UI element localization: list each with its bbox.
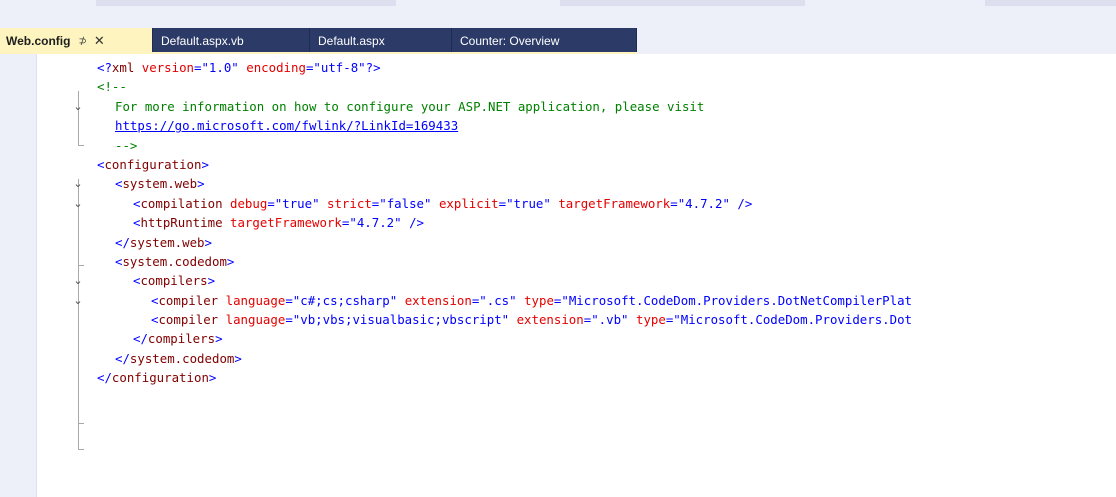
code-line: --> xyxy=(0,136,1116,155)
configuration-open-tag: <configuration> xyxy=(97,156,209,172)
code-line: For more information on how to configure… xyxy=(0,97,1116,116)
code-line: <?xml version="1.0" encoding="utf-8"?> xyxy=(0,58,1116,77)
tab-label: Default.aspx.vb xyxy=(161,34,244,48)
compilers-close-tag: </compilers> xyxy=(133,331,223,347)
outline-guide-end xyxy=(78,423,84,424)
top-strip-segment xyxy=(96,0,396,6)
http-runtime-tag: <httpRuntime targetFramework="4.7.2" /> xyxy=(133,215,424,231)
code-line: https://go.microsoft.com/fwlink/?LinkId=… xyxy=(0,116,1116,135)
code-line: <compilation debug="true" strict="false"… xyxy=(0,194,1116,213)
editor-window: Web.config ⊅ ✕ Default.aspx.vb Default.a… xyxy=(0,0,1116,497)
configuration-close-tag: </configuration> xyxy=(97,370,217,386)
code-line: ⌄ <system.codedom> xyxy=(0,252,1116,287)
comment-open: <!-- xyxy=(97,79,127,95)
code-text: <?xml version="1.0" encoding="utf-8"?> ⌄… xyxy=(0,58,1116,388)
tab-default-aspx[interactable]: Default.aspx xyxy=(310,28,452,54)
code-line: </system.web> xyxy=(0,233,1116,252)
code-line: ⌄ <!-- xyxy=(0,77,1116,112)
code-line: </compilers> xyxy=(0,329,1116,348)
tab-label: Counter: Overview xyxy=(460,34,560,48)
code-editor[interactable]: <?xml version="1.0" encoding="utf-8"?> ⌄… xyxy=(0,54,1116,497)
outline-guide-end xyxy=(78,449,84,450)
code-line: <compiler language="c#;cs;csharp" extens… xyxy=(0,291,1116,310)
code-line: ⌄ <system.web> xyxy=(0,174,1116,209)
pin-icon[interactable]: ⊅ xyxy=(78,36,86,47)
tab-label: Default.aspx xyxy=(318,34,385,48)
code-line: <httpRuntime targetFramework="4.7.2" /> xyxy=(0,213,1116,232)
fwlink-hyperlink[interactable]: https://go.microsoft.com/fwlink/?LinkId=… xyxy=(115,116,458,135)
top-strip-segment xyxy=(560,0,805,6)
code-line: ⌄ <configuration> xyxy=(0,155,1116,190)
comment-text: For more information on how to configure… xyxy=(115,98,705,114)
tab-web-config[interactable]: Web.config ⊅ ✕ xyxy=(0,28,153,54)
code-line: ⌄ <compilers> xyxy=(0,271,1116,306)
top-strip-segment xyxy=(985,0,1116,6)
system-codedom-close-tag: </system.codedom> xyxy=(115,350,242,366)
compiler-vb-tag: <compiler language="vb;vbs;visualbasic;v… xyxy=(151,312,913,328)
tab-label: Web.config xyxy=(6,34,71,48)
tab-default-aspx-vb[interactable]: Default.aspx.vb xyxy=(153,28,310,54)
system-codedom-open-tag: <system.codedom> xyxy=(115,253,235,269)
xml-declaration: <?xml version="1.0" encoding="utf-8"?> xyxy=(97,60,381,75)
compilation-tag: <compilation debug="true" strict="false"… xyxy=(133,195,753,211)
compilers-open-tag: <compilers> xyxy=(133,273,216,289)
code-line: </configuration> xyxy=(0,368,1116,387)
code-line: </system.codedom> xyxy=(0,349,1116,368)
close-icon[interactable]: ✕ xyxy=(94,33,105,49)
system-web-open-tag: <system.web> xyxy=(115,176,205,192)
document-tab-bar: Web.config ⊅ ✕ Default.aspx.vb Default.a… xyxy=(0,28,1116,54)
system-web-close-tag: </system.web> xyxy=(115,234,212,250)
compiler-cs-tag: <compiler language="c#;cs;csharp" extens… xyxy=(151,292,913,308)
code-line: <compiler language="vb;vbs;visualbasic;v… xyxy=(0,310,1116,329)
tab-counter-overview[interactable]: Counter: Overview xyxy=(452,28,637,54)
comment-close: --> xyxy=(115,137,138,153)
top-strip xyxy=(0,0,1116,28)
